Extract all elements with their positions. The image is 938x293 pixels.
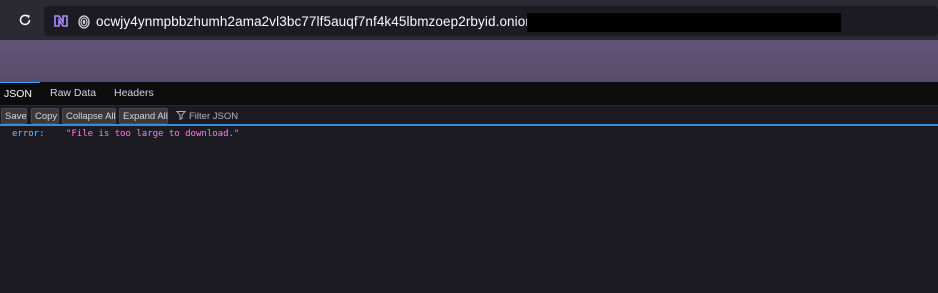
filter-icon — [175, 109, 187, 123]
reload-icon[interactable] — [16, 11, 34, 29]
json-row[interactable]: error: "File is too large to download." — [12, 129, 239, 139]
json-viewer-tabs: JSON Raw Data Headers — [0, 82, 938, 106]
copy-button[interactable]: Copy — [31, 108, 59, 124]
tab-headers[interactable]: Headers — [110, 82, 158, 106]
collapse-all-button[interactable]: Collapse All — [62, 108, 116, 124]
url-text[interactable]: ocwjy4ynmpbbzhumh2ama2vl3bc77lf5auqf7nf4… — [96, 14, 533, 29]
onion-site-icon[interactable] — [76, 13, 92, 29]
json-value: "File is too large to download." — [65, 129, 240, 139]
browser-toolbar: ‹ ocwjy4ynmpbbzhumh2ama2vl3bc77lf5auqf7n… — [0, 0, 938, 40]
tor-browser-icon[interactable] — [52, 12, 70, 30]
json-action-bar: Save Copy Collapse All Expand All Filter… — [0, 106, 938, 126]
address-bar[interactable]: ocwjy4ynmpbbzhumh2ama2vl3bc77lf5auqf7nf4… — [44, 6, 938, 36]
filter-placeholder: Filter JSON — [189, 110, 239, 122]
tab-json[interactable]: JSON — [0, 82, 40, 106]
json-key: error: — [12, 129, 45, 139]
json-content: error: "File is too large to download." — [0, 128, 938, 293]
notification-banner — [0, 40, 938, 82]
expand-all-button[interactable]: Expand All — [119, 108, 168, 124]
redacted-region — [527, 13, 841, 32]
save-button[interactable]: Save — [1, 108, 27, 124]
back-arrow-icon[interactable]: ‹ — [0, 12, 8, 28]
tab-raw-data[interactable]: Raw Data — [46, 82, 100, 106]
filter-json-input[interactable]: Filter JSON — [175, 109, 239, 123]
